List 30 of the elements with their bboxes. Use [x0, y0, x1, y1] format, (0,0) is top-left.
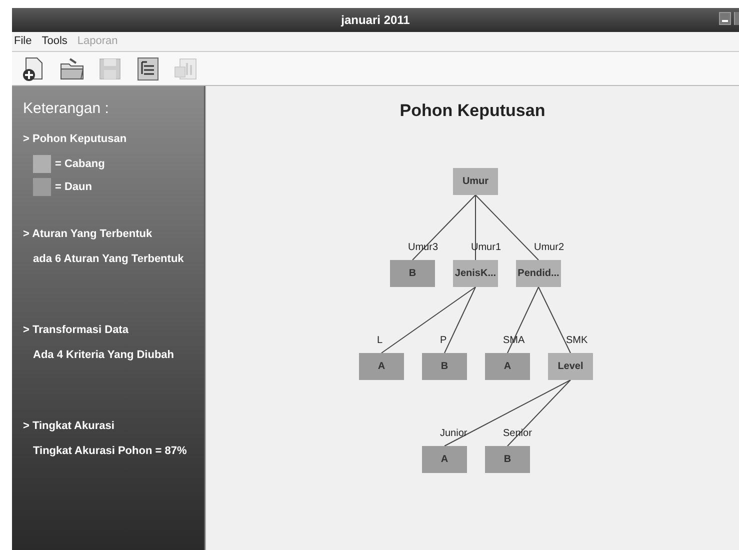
tree-node: B [390, 260, 435, 287]
menu-item[interactable]: Tools [42, 33, 68, 50]
minimize-button[interactable] [719, 12, 731, 25]
tree-node: Umur [453, 168, 498, 195]
edge-label: L [377, 334, 383, 348]
legend-label: = Daun [55, 180, 92, 195]
legend-label: = Cabang [55, 156, 105, 172]
edge-label: SMK [566, 334, 588, 348]
tree-node: B [422, 353, 467, 380]
tree-node: A [422, 446, 467, 473]
tree-node: A [359, 353, 404, 380]
menu-item[interactable]: File [14, 33, 32, 50]
edge-label: P [440, 334, 447, 348]
tree-node: JenisK... [453, 260, 498, 287]
legend-text: Tingkat Akurasi Pohon = 87% [33, 444, 188, 458]
tree-title: Pohon Keputusan [400, 100, 546, 122]
legend-heading: > Pohon Keputusan [23, 132, 128, 146]
legend-heading: > Tingkat Akurasi [23, 419, 116, 434]
tree-node: Pendid... [516, 260, 561, 287]
legend-title: Keterangan : [23, 99, 110, 119]
tree-node: B [485, 446, 530, 473]
window-title: januari 2011 [341, 12, 410, 29]
edge-label: Umur2 [534, 241, 564, 255]
legend-text: ada 6 Aturan Yang Terbentuk [33, 252, 185, 266]
legend-heading: > Aturan Yang Terbentuk [23, 227, 154, 242]
tree-node: Level [548, 353, 593, 380]
legend-heading: > Transformasi Data [23, 323, 130, 338]
tree-node: A [485, 353, 530, 380]
edge-label: Junior [440, 427, 468, 441]
legend-text: Ada 4 Kriteria Yang Diubah [33, 348, 176, 362]
